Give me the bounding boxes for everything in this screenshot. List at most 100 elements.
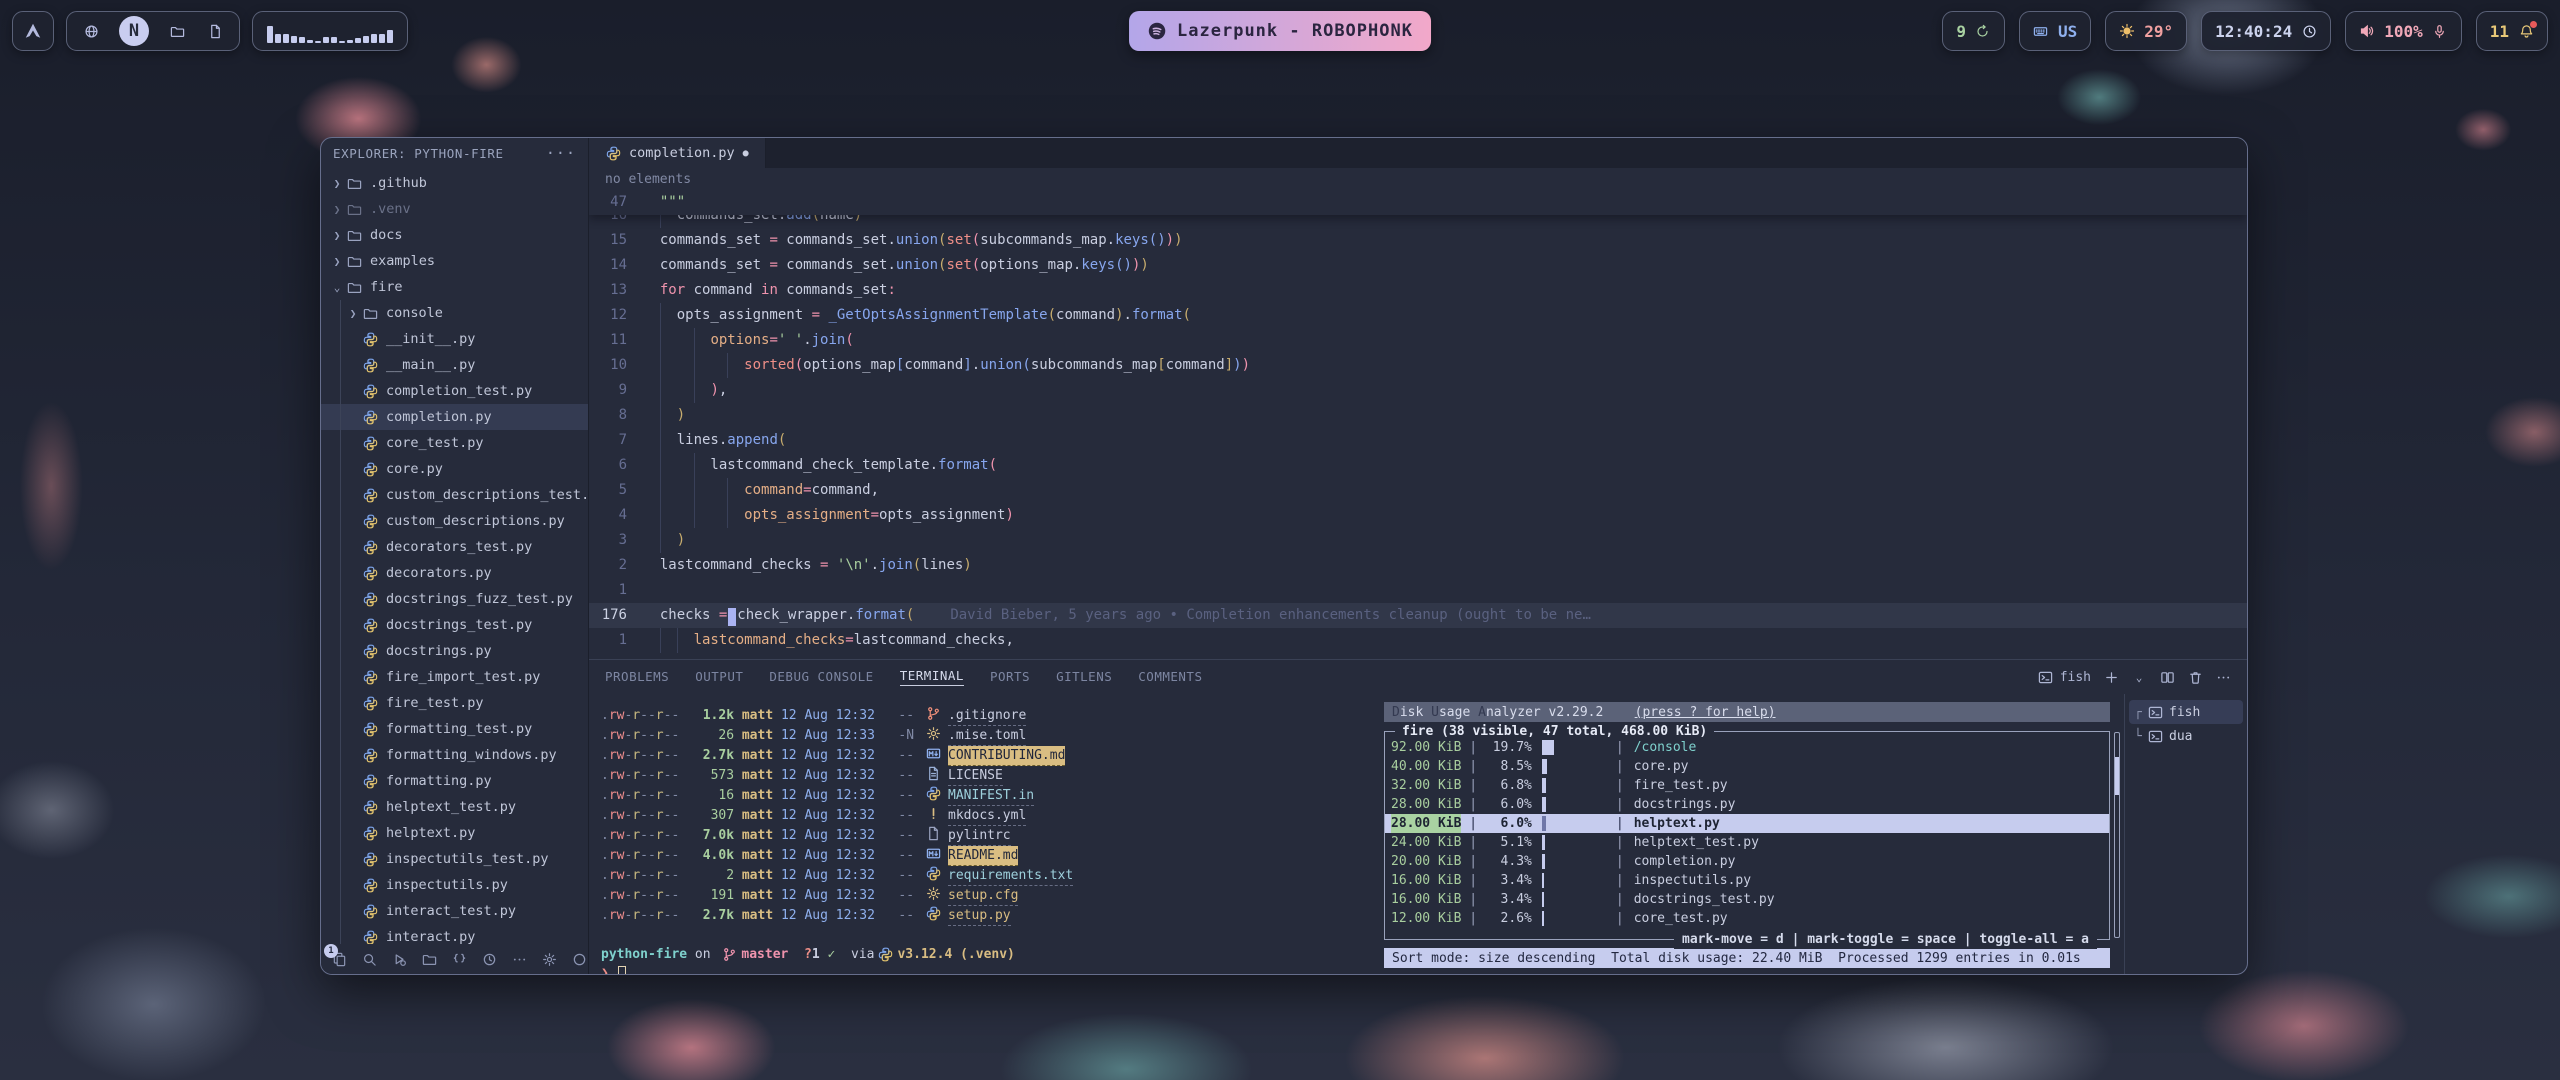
dua-entry-inspectutils.py[interactable]: 16.00 KiB|3.4%|inspectutils.py xyxy=(1385,871,2109,890)
tree-item-inspectutils_test.py[interactable]: inspectutils_test.py xyxy=(321,846,588,872)
tree-item-core.py[interactable]: core.py xyxy=(321,456,588,482)
volume-widget[interactable]: 100% xyxy=(2345,11,2462,51)
dua-entry-helptext.py[interactable]: 28.00 KiB|6.0%|helptext.py xyxy=(1385,814,2109,833)
panel-tab-output[interactable]: OUTPUT xyxy=(695,669,743,686)
tree-item-completion.py[interactable]: completion.py xyxy=(321,404,588,430)
terminal-list-item-fish[interactable]: ┌fish xyxy=(2129,700,2243,724)
terminal-icon xyxy=(2038,669,2054,685)
clock-widget[interactable]: 12:40:24 xyxy=(2201,11,2331,51)
terminal-dua[interactable]: Disk Usage Analyzer v2.29.2 (press ? for… xyxy=(1384,694,2124,974)
dua-entry-docstrings_test.py[interactable]: 16.00 KiB|3.4%|docstrings_test.py xyxy=(1385,890,2109,909)
tree-item-fire[interactable]: ⌄fire xyxy=(321,274,588,300)
explorer-more-button[interactable]: ··· xyxy=(546,144,576,162)
history-icon[interactable] xyxy=(481,950,498,968)
panel-tab-gitlens[interactable]: GITLENS xyxy=(1056,669,1112,686)
file-name[interactable]: .mise.toml xyxy=(948,726,1026,746)
music-widget[interactable]: Lazerpunk - ROBOPHONK xyxy=(1129,11,1431,51)
tree-item-custom_descriptions_test.-[interactable]: custom_descriptions_test.… xyxy=(321,482,588,508)
file-listing-row: .rw-r--r--7.0kmatt12 Aug 12:32--pylintrc xyxy=(601,826,1384,846)
more-icon[interactable] xyxy=(511,950,528,968)
shell-prompt-input[interactable]: ❯ xyxy=(601,964,1384,975)
tree-item-docstrings_test.py[interactable]: docstrings_test.py xyxy=(321,612,588,638)
circle-icon[interactable] xyxy=(571,950,588,968)
dua-entry-docstrings.py[interactable]: 28.00 KiB|6.0%|docstrings.py xyxy=(1385,795,2109,814)
tree-item-examples[interactable]: ❯examples xyxy=(321,248,588,274)
file-name[interactable]: setup.cfg xyxy=(948,886,1018,906)
panel-tab-ports[interactable]: PORTS xyxy=(990,669,1030,686)
file-name[interactable]: pylintrc xyxy=(948,826,1011,846)
split-terminal-button[interactable] xyxy=(2159,669,2175,685)
tree-item-interact_test.py[interactable]: interact_test.py xyxy=(321,898,588,924)
tree-item-inspectutils.py[interactable]: inspectutils.py xyxy=(321,872,588,898)
dua-scrollbar[interactable] xyxy=(2114,732,2120,938)
workspace-folder[interactable] xyxy=(167,21,187,41)
modified-dot-icon[interactable]: ● xyxy=(743,148,749,159)
panel-more-actions[interactable] xyxy=(2215,669,2231,685)
workspace-doc[interactable] xyxy=(205,21,225,41)
updates-widget[interactable]: 9 xyxy=(1942,11,2005,51)
tree-item-__main__.py[interactable]: __main__.py xyxy=(321,352,588,378)
tree-item-fire_import_test.py[interactable]: fire_import_test.py xyxy=(321,664,588,690)
file-name[interactable]: LICENSE xyxy=(948,766,1003,786)
files-icon[interactable]: 1 xyxy=(331,950,348,968)
tree-item-decorators_test.py[interactable]: decorators_test.py xyxy=(321,534,588,560)
tree-item-formatting_windows.py[interactable]: formatting_windows.py xyxy=(321,742,588,768)
tree-item-custom_descriptions.py[interactable]: custom_descriptions.py xyxy=(321,508,588,534)
graph-bar xyxy=(331,37,337,43)
code-editor[interactable]: 47 """16 commands_set.add(name)15 comman… xyxy=(589,190,2247,659)
dua-entry-core_test.py[interactable]: 12.00 KiB|2.6%|core_test.py xyxy=(1385,909,2109,928)
system-graph-widget[interactable] xyxy=(252,11,408,51)
tree-item-docstrings.py[interactable]: docstrings.py xyxy=(321,638,588,664)
tree-item-formatting.py[interactable]: formatting.py xyxy=(321,768,588,794)
file-name[interactable]: requirements.txt xyxy=(948,866,1073,886)
terminal-list-item-dua[interactable]: └dua xyxy=(2129,724,2243,748)
panel-tab-debug-console[interactable]: DEBUG CONSOLE xyxy=(769,669,873,686)
tree-item-__init__.py[interactable]: __init__.py xyxy=(321,326,588,352)
breadcrumb[interactable]: no elements xyxy=(589,168,2247,190)
tree-item-docs[interactable]: ❯docs xyxy=(321,222,588,248)
keyboard-layout-widget[interactable]: US xyxy=(2019,11,2091,51)
braces-icon[interactable] xyxy=(451,950,468,968)
terminal-profile-dropdown[interactable]: ⌄ xyxy=(2131,669,2147,685)
tree-item-formatting_test.py[interactable]: formatting_test.py xyxy=(321,716,588,742)
file-name[interactable]: mkdocs.yml xyxy=(948,806,1026,826)
dua-entry-completion.py[interactable]: 20.00 KiB|4.3%|completion.py xyxy=(1385,852,2109,871)
active-shell-tag[interactable]: fish xyxy=(2038,669,2091,685)
tab-completion-py[interactable]: completion.py ● xyxy=(589,138,766,168)
dua-entry-core.py[interactable]: 40.00 KiB|8.5%|core.py xyxy=(1385,757,2109,776)
dua-entry-fire_test.py[interactable]: 32.00 KiB|6.8%|fire_test.py xyxy=(1385,776,2109,795)
folder-icon[interactable] xyxy=(421,950,438,968)
panel-tab-terminal[interactable]: TERMINAL xyxy=(900,668,964,686)
tree-item-.venv[interactable]: ❯.venv xyxy=(321,196,588,222)
tree-item-decorators.py[interactable]: decorators.py xyxy=(321,560,588,586)
dua-entry-helptext_test.py[interactable]: 24.00 KiB|5.1%|helptext_test.py xyxy=(1385,833,2109,852)
tree-item-core_test.py[interactable]: core_test.py xyxy=(321,430,588,456)
tree-item-helptext.py[interactable]: helptext.py xyxy=(321,820,588,846)
tree-item-console[interactable]: ❯console xyxy=(321,300,588,326)
file-name[interactable]: README.md xyxy=(948,846,1018,866)
terminal-fish[interactable]: .rw-r--r--1.2kmatt12 Aug 12:32--.gitigno… xyxy=(589,694,1384,974)
file-name[interactable]: setup.py xyxy=(948,906,1011,926)
file-name[interactable]: CONTRIBUTING.md xyxy=(948,746,1065,766)
gear-icon[interactable] xyxy=(541,950,558,968)
workspace-globe[interactable] xyxy=(81,21,101,41)
file-name[interactable]: .gitignore xyxy=(948,706,1026,726)
new-terminal-button[interactable] xyxy=(2103,669,2119,685)
panel-tab-comments[interactable]: COMMENTS xyxy=(1138,669,1202,686)
launcher-button[interactable] xyxy=(12,11,54,51)
kill-terminal-button[interactable] xyxy=(2187,669,2203,685)
weather-widget[interactable]: 29° xyxy=(2105,11,2187,51)
tree-item-helptext_test.py[interactable]: helptext_test.py xyxy=(321,794,588,820)
tree-item-docstrings_fuzz_test.py[interactable]: docstrings_fuzz_test.py xyxy=(321,586,588,612)
workspace-letter-n[interactable]: N xyxy=(119,16,149,46)
file-size: 4.0k xyxy=(695,846,734,866)
code-line-current[interactable]: 176 checks =check_wrapper.format(David B… xyxy=(589,603,2247,628)
debug-icon[interactable] xyxy=(391,950,408,968)
notifications-widget[interactable]: 11 xyxy=(2476,11,2548,51)
tree-item-.github[interactable]: ❯.github xyxy=(321,170,588,196)
tree-item-completion_test.py[interactable]: completion_test.py xyxy=(321,378,588,404)
file-name[interactable]: MANIFEST.in xyxy=(948,786,1034,806)
search-icon[interactable] xyxy=(361,950,378,968)
panel-tab-problems[interactable]: PROBLEMS xyxy=(605,669,669,686)
tree-item-fire_test.py[interactable]: fire_test.py xyxy=(321,690,588,716)
